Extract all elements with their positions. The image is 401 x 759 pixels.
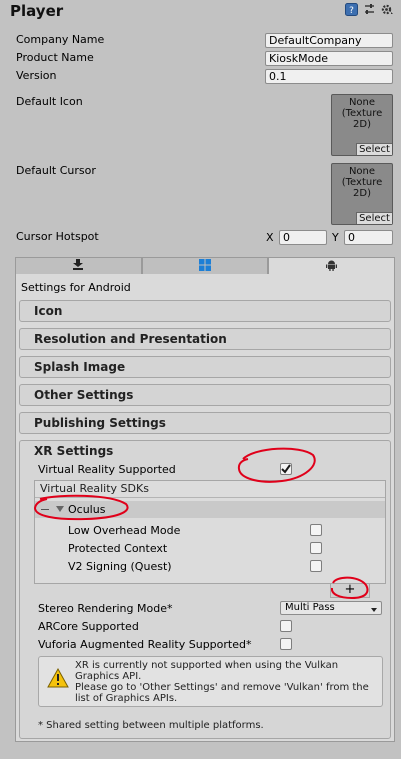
low-overhead-label: Low Overhead Mode	[68, 524, 181, 537]
texture-type-text-2: 2D)	[353, 119, 371, 130]
vr-supported-label: Virtual Reality Supported	[38, 463, 176, 476]
stereo-rendering-value: Multi Pass	[285, 602, 335, 613]
version-field[interactable]: 0.1	[265, 69, 393, 84]
company-name-label: Company Name	[16, 33, 105, 46]
tab-windows-store[interactable]	[141, 257, 269, 275]
tab-android[interactable]	[268, 257, 396, 275]
version-label: Version	[16, 69, 57, 82]
vr-sdks-list: Virtual Reality SDKs Oculus Low Overhead…	[34, 480, 386, 584]
default-cursor-texture-slot[interactable]: None (Texture 2D) Select	[331, 163, 393, 225]
section-other-settings[interactable]: Other Settings	[19, 384, 391, 406]
texture-type-text: (Texture	[341, 177, 383, 188]
platform-tabs	[15, 257, 396, 275]
inspector-title: Player	[10, 2, 64, 20]
warning-icon	[47, 667, 69, 691]
preset-sliders-icon[interactable]	[363, 3, 376, 16]
vr-supported-checkbox[interactable]	[280, 463, 292, 475]
help-book-icon[interactable]: ?	[345, 3, 358, 16]
shared-setting-note: * Shared setting between multiple platfo…	[38, 720, 264, 731]
chevron-down-icon	[371, 605, 377, 617]
texture-none-text: None	[348, 97, 376, 108]
drag-handle-icon[interactable]	[41, 509, 49, 510]
hotspot-y-label: Y	[332, 231, 339, 244]
check-icon	[281, 464, 291, 474]
arcore-label: ARCore Supported	[38, 620, 139, 633]
section-splash-image[interactable]: Splash Image	[19, 356, 391, 378]
vuforia-label: Vuforia Augmented Reality Supported*	[38, 638, 252, 651]
warning-line: XR is currently not supported when using…	[75, 660, 339, 671]
section-publishing-settings[interactable]: Publishing Settings	[19, 412, 391, 434]
v2-signing-checkbox[interactable]	[310, 560, 322, 572]
vuforia-checkbox[interactable]	[280, 638, 292, 650]
section-icon[interactable]: Icon	[19, 300, 391, 322]
default-cursor-label: Default Cursor	[16, 164, 96, 177]
default-icon-label: Default Icon	[16, 95, 83, 108]
hotspot-x-field[interactable]: 0	[279, 230, 327, 245]
tab-standalone[interactable]	[15, 257, 142, 275]
sdk-item-oculus[interactable]: Oculus	[35, 501, 385, 518]
svg-text:?: ?	[349, 6, 354, 16]
product-name-field[interactable]: KioskMode	[265, 51, 393, 66]
download-icon	[72, 259, 84, 273]
hotspot-y-field[interactable]: 0	[344, 230, 393, 245]
stereo-rendering-label: Stereo Rendering Mode*	[38, 602, 173, 615]
warning-line: list of Graphics APIs.	[75, 693, 178, 704]
section-xr-settings[interactable]: XR Settings	[34, 444, 113, 458]
low-overhead-checkbox[interactable]	[310, 524, 322, 536]
texture-none-text: None	[348, 166, 376, 177]
gear-icon[interactable]	[380, 3, 393, 16]
warning-line: Graphics API.	[75, 671, 142, 682]
texture-type-text-2: 2D)	[353, 188, 371, 199]
v2-signing-label: V2 Signing (Quest)	[68, 560, 172, 573]
vr-sdks-header: Virtual Reality SDKs	[35, 481, 385, 498]
oculus-sdk-label: Oculus	[68, 503, 106, 516]
protected-context-label: Protected Context	[68, 542, 168, 555]
warning-message: XR is currently not supported when using…	[75, 660, 380, 704]
product-name-label: Product Name	[16, 51, 94, 64]
add-sdk-button[interactable]: +	[330, 583, 370, 598]
arcore-checkbox[interactable]	[280, 620, 292, 632]
settings-for-label: Settings for Android	[21, 281, 131, 294]
section-resolution[interactable]: Resolution and Presentation	[19, 328, 391, 350]
protected-context-checkbox[interactable]	[310, 542, 322, 554]
vulkan-warning-box: XR is currently not supported when using…	[38, 656, 383, 707]
android-icon	[326, 259, 338, 274]
default-icon-select-button[interactable]: Select	[356, 143, 392, 155]
default-cursor-select-button[interactable]: Select	[356, 212, 392, 224]
texture-type-text: (Texture	[341, 108, 383, 119]
foldout-arrow-icon[interactable]	[56, 501, 65, 523]
stereo-rendering-dropdown[interactable]: Multi Pass	[280, 601, 382, 615]
hotspot-x-label: X	[266, 231, 274, 244]
company-name-field[interactable]: DefaultCompany	[265, 33, 393, 48]
windows-icon	[199, 258, 211, 274]
cursor-hotspot-label: Cursor Hotspot	[16, 230, 99, 243]
warning-line: Please go to 'Other Settings' and remove…	[75, 682, 369, 693]
default-icon-texture-slot[interactable]: None (Texture 2D) Select	[331, 94, 393, 156]
